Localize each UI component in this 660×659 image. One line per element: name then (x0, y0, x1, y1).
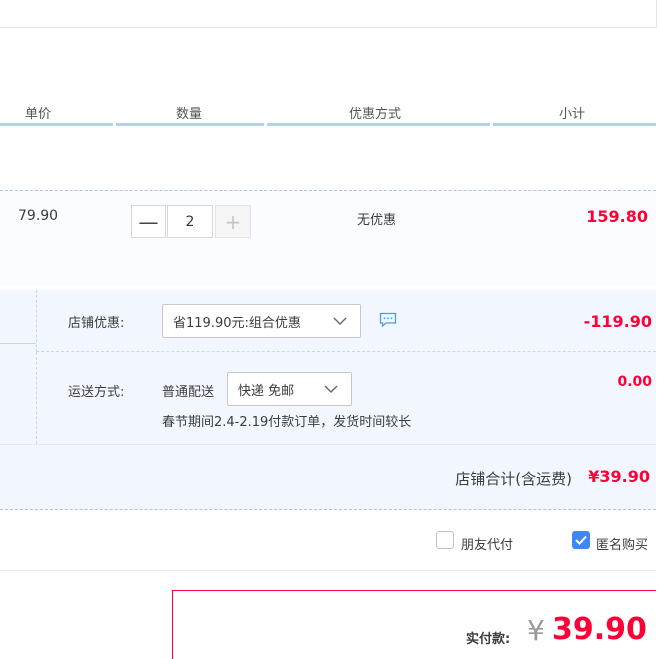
payment-amount: 39.90 (552, 612, 647, 647)
address-box-remnant (0, 0, 657, 28)
item-discount: 无优惠 (357, 213, 397, 228)
promo-label: 店铺优惠: (68, 316, 125, 331)
shipping-select-value: 快递 免邮 (238, 383, 295, 399)
message-icon[interactable] (379, 312, 397, 328)
promo-select-value: 省119.90元:组合优惠 (173, 315, 301, 331)
shop-total-label: 店铺合计(含运费) (455, 470, 572, 488)
header-unit-price: 单价 (25, 107, 52, 122)
item-unit-price: 79.90 (18, 208, 59, 224)
plus-icon: + (224, 209, 242, 234)
shipping-value: 0.00 (617, 374, 652, 390)
divider (0, 343, 36, 344)
header-discount-method: 优惠方式 (349, 107, 402, 122)
friend-pay-checkbox[interactable] (436, 531, 454, 549)
payment-label: 实付款: (466, 632, 511, 647)
promo-value: -119.90 (583, 312, 652, 331)
divider (0, 444, 656, 445)
divider (0, 570, 656, 571)
header-underline (116, 123, 264, 126)
chevron-down-icon (333, 317, 347, 325)
payment-currency: ¥ (527, 614, 545, 647)
chevron-down-icon (324, 385, 338, 393)
shipping-select[interactable]: 快递 免邮 (227, 372, 352, 406)
header-underline (0, 123, 113, 126)
header-quantity: 数量 (176, 107, 203, 122)
header-underline (267, 123, 490, 126)
header-subtotal: 小计 (559, 107, 586, 122)
quantity-increase-button[interactable]: + (215, 205, 251, 238)
friend-pay-label[interactable]: 朋友代付 (461, 534, 513, 553)
minus-icon: — (138, 209, 159, 234)
promo-select[interactable]: 省119.90元:组合优惠 (162, 304, 361, 338)
quantity-decrease-button[interactable]: — (131, 205, 166, 238)
item-subtotal: 159.80 (586, 207, 648, 226)
anonymous-label[interactable]: 匿名购买 (596, 534, 648, 553)
shipping-label: 运送方式: (68, 385, 125, 400)
quantity-input[interactable]: 2 (167, 205, 213, 238)
shipping-type: 普通配送 (162, 385, 215, 400)
shop-total-value: ¥39.90 (588, 467, 650, 486)
header-underline (493, 123, 656, 126)
holiday-notice: 春节期间2.4-2.19付款订单，发货时间较长 (162, 415, 412, 430)
anonymous-checkbox[interactable] (572, 531, 590, 549)
checkmark-icon (575, 535, 587, 545)
item-row (0, 190, 656, 286)
